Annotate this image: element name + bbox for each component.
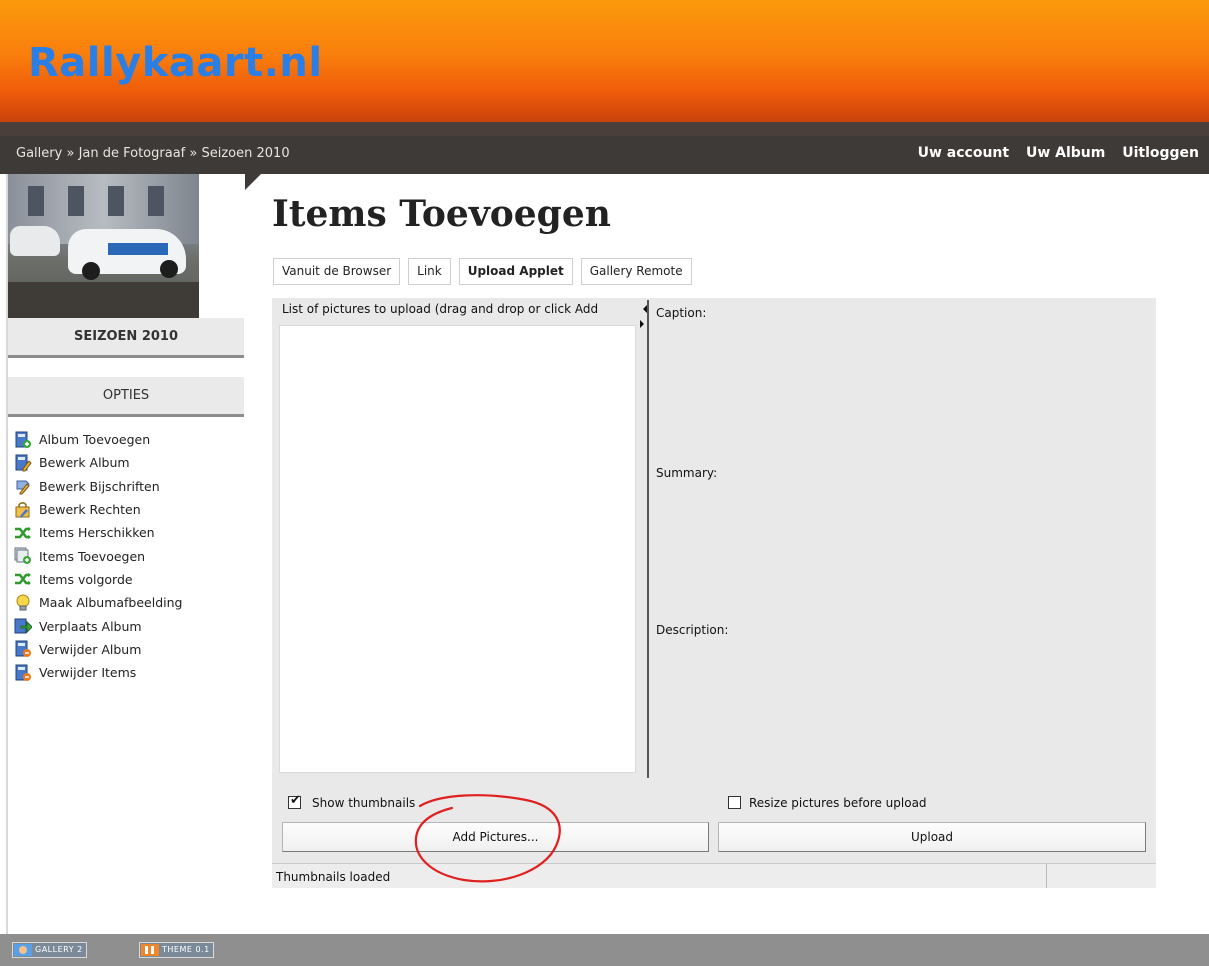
album-add-icon xyxy=(15,431,31,448)
description-label: Description: xyxy=(656,623,729,637)
gallery-badge[interactable]: GALLERY 2 xyxy=(12,942,87,958)
options-menu: Album Toevoegen Bewerk Album Bewerk Bijs… xyxy=(14,428,234,684)
tab-gallery-remote[interactable]: Gallery Remote xyxy=(580,258,692,285)
split-pane-divider[interactable] xyxy=(647,300,649,778)
upload-method-tabs: Vanuit de Browser Link Upload Applet Gal… xyxy=(273,258,700,285)
menu-label: Maak Albumafbeelding xyxy=(39,595,183,611)
menu-label: Verplaats Album xyxy=(39,618,142,634)
breadcrumb-separator: » xyxy=(189,146,198,161)
menu-bewerk-bijschriften[interactable]: Bewerk Bijschriften xyxy=(14,475,234,498)
menu-items-toevoegen[interactable]: Items Toevoegen xyxy=(14,544,234,567)
menu-label: Items Herschikken xyxy=(39,525,155,541)
thumbnail-wheel xyxy=(160,260,178,278)
menu-label: Album Toevoegen xyxy=(39,432,151,448)
site-header: Rallykaart.nl xyxy=(0,0,1209,122)
menu-label: Bewerk Album xyxy=(39,455,130,471)
status-text: Thumbnails loaded xyxy=(276,870,391,884)
thumbnail-car xyxy=(10,226,60,256)
menu-items-volgorde[interactable]: Items volgorde xyxy=(14,568,234,591)
shuffle-icon xyxy=(15,526,31,539)
status-bar: Thumbnails loaded xyxy=(272,863,1156,888)
breadcrumb-album: Seizoen 2010 xyxy=(201,146,290,161)
album-edit-icon xyxy=(15,454,32,472)
menu-bewerk-rechten[interactable]: Bewerk Rechten xyxy=(14,498,234,521)
theme-logo-icon xyxy=(141,944,159,956)
album-delete-icon xyxy=(15,640,31,658)
thumbnail-ground xyxy=(8,282,199,318)
thumbnail-wheel xyxy=(82,262,100,280)
album-title: SEIZOEN 2010 xyxy=(8,318,244,358)
footer: GALLERY 2 THEME 0.1 xyxy=(0,934,1209,966)
lightbulb-icon xyxy=(16,594,30,611)
menu-album-toevoegen[interactable]: Album Toevoegen xyxy=(14,428,234,451)
menu-label: Verwijder Items xyxy=(39,665,137,681)
resize-pictures-label: Resize pictures before upload xyxy=(749,796,927,810)
menu-verwijder-album[interactable]: Verwijder Album xyxy=(14,638,234,661)
upload-applet: List of pictures to upload (drag and dro… xyxy=(272,298,1156,888)
show-thumbnails-label: Show thumbnails xyxy=(312,796,416,810)
menu-label: Bewerk Bijschriften xyxy=(39,478,160,494)
options-heading: OPTIES xyxy=(8,377,244,417)
thumbnail-window xyxy=(68,186,84,216)
logout-link[interactable]: Uitloggen xyxy=(1122,145,1199,161)
resize-pictures-checkbox[interactable] xyxy=(728,796,741,809)
tab-link[interactable]: Link xyxy=(408,258,451,285)
breadcrumb-separator: » xyxy=(66,146,75,161)
header-divider xyxy=(0,122,1209,136)
caption-label: Caption: xyxy=(656,306,707,320)
account-links: Uw account Uw Album Uitloggen xyxy=(906,145,1199,161)
menu-verplaats-album[interactable]: Verplaats Album xyxy=(14,614,234,637)
thumbnail-window xyxy=(148,186,164,216)
items-delete-icon xyxy=(15,664,31,681)
gallery-logo-icon xyxy=(14,944,32,956)
navbar: Gallery » Jan de Fotograaf » Seizoen 201… xyxy=(0,136,1209,174)
breadcrumb-gallery[interactable]: Gallery xyxy=(16,146,62,161)
tab-browser[interactable]: Vanuit de Browser xyxy=(273,258,401,285)
shuffle-icon xyxy=(15,573,31,586)
sidebar-corner xyxy=(199,174,245,190)
checkmark-icon: ✔ xyxy=(290,793,301,808)
captions-edit-icon xyxy=(16,480,30,495)
menu-maak-albumafbeelding[interactable]: Maak Albumafbeelding xyxy=(14,591,234,614)
expand-right-icon[interactable] xyxy=(640,320,644,328)
account-link[interactable]: Uw account xyxy=(918,145,1009,161)
menu-verwijder-items[interactable]: Verwijder Items xyxy=(14,661,234,684)
theme-badge[interactable]: THEME 0.1 xyxy=(139,942,214,958)
menu-label: Verwijder Album xyxy=(39,641,142,657)
tab-upload-applet[interactable]: Upload Applet xyxy=(458,258,573,285)
gallery-badge-label: GALLERY 2 xyxy=(35,945,83,954)
thumbnail-window xyxy=(108,186,124,216)
thumbnail-window xyxy=(28,186,44,216)
show-thumbnails-checkbox[interactable]: ✔ xyxy=(288,793,301,809)
picture-list-header: List of pictures to upload (drag and dro… xyxy=(282,302,599,316)
menu-bewerk-album[interactable]: Bewerk Album xyxy=(14,451,234,474)
page-title: Items Toevoegen xyxy=(272,193,611,235)
items-add-icon xyxy=(14,547,31,565)
menu-label: Items Toevoegen xyxy=(39,548,146,564)
picture-list[interactable] xyxy=(279,325,636,773)
album-thumbnail[interactable] xyxy=(8,174,199,318)
site-logo[interactable]: Rallykaart.nl xyxy=(28,40,323,86)
add-pictures-button[interactable]: Add Pictures... xyxy=(282,822,709,852)
menu-items-herschikken[interactable]: Items Herschikken xyxy=(14,521,234,544)
menu-label: Items volgorde xyxy=(39,571,133,587)
summary-label: Summary: xyxy=(656,466,718,480)
breadcrumb-user[interactable]: Jan de Fotograaf xyxy=(79,146,186,161)
content-corner xyxy=(245,174,261,190)
move-album-icon xyxy=(14,618,32,634)
status-divider xyxy=(1046,864,1047,888)
breadcrumb: Gallery » Jan de Fotograaf » Seizoen 201… xyxy=(16,146,290,161)
menu-label: Bewerk Rechten xyxy=(39,502,141,518)
theme-badge-label: THEME 0.1 xyxy=(162,945,210,954)
my-album-link[interactable]: Uw Album xyxy=(1026,145,1105,161)
upload-button[interactable]: Upload xyxy=(718,822,1146,852)
permissions-edit-icon xyxy=(15,501,30,518)
